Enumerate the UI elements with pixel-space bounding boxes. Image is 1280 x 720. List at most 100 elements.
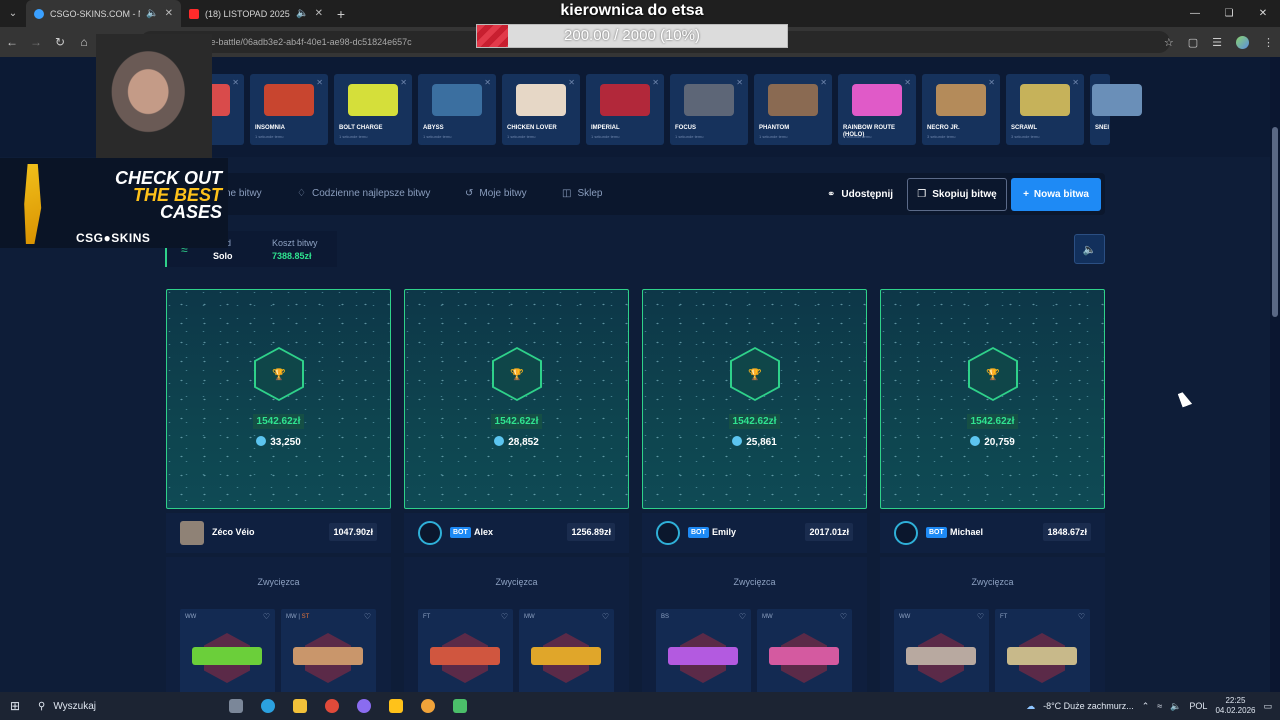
- app-icon-green[interactable]: [444, 692, 476, 720]
- item-card[interactable]: WW ♡: [180, 609, 275, 692]
- new-battle-button[interactable]: + Nowa bitwa: [1011, 178, 1101, 211]
- favorite-icon[interactable]: ♡: [501, 612, 508, 621]
- wifi-icon[interactable]: ≈: [1157, 701, 1162, 711]
- back-icon[interactable]: ←: [0, 35, 24, 49]
- page-scrollbar[interactable]: [1270, 57, 1280, 692]
- app-icon-orange[interactable]: [412, 692, 444, 720]
- share-button[interactable]: ⚭ Udostępnij: [827, 173, 893, 215]
- case-card[interactable]: SCRAWL 3 sekunde temu ✕: [1006, 74, 1084, 145]
- windows-start-icon[interactable]: ⊞: [0, 699, 30, 713]
- taskbar-search[interactable]: ⚲ Wyszukaj: [30, 692, 220, 720]
- extensions-icon[interactable]: ▢: [1188, 36, 1198, 49]
- nav-daily-best[interactable]: ♢ Codzienne najlepsze bitwy: [297, 173, 430, 215]
- player-name[interactable]: Emily: [712, 527, 736, 537]
- item-card[interactable]: MW ♡: [757, 609, 852, 692]
- remove-case-icon[interactable]: ✕: [736, 78, 743, 87]
- favorite-icon[interactable]: ♡: [1078, 612, 1085, 621]
- case-image: [852, 84, 902, 116]
- trophy-icon: 🏆: [970, 349, 1016, 399]
- remove-case-icon[interactable]: ✕: [820, 78, 827, 87]
- item-card[interactable]: BS ♡: [656, 609, 751, 692]
- case-card[interactable]: RAINBOW ROUTE (HOLO) 1 sekunde temu ✕: [838, 74, 916, 145]
- remove-case-icon[interactable]: ✕: [652, 78, 659, 87]
- item-card[interactable]: FT ♡: [418, 609, 513, 692]
- clock[interactable]: 22:25 04.02.2026: [1215, 696, 1255, 716]
- case-card[interactable]: IMPERIAL 1 sekunde temu ✕: [586, 74, 664, 145]
- app-icon-yellow[interactable]: [380, 692, 412, 720]
- player-name[interactable]: Alex: [474, 527, 493, 537]
- favorite-icon[interactable]: ♡: [840, 612, 847, 621]
- edge-icon[interactable]: [252, 692, 284, 720]
- audio-icon[interactable]: 🔈: [146, 8, 158, 19]
- restore-icon[interactable]: ❏: [1212, 0, 1246, 27]
- forward-icon[interactable]: →: [24, 35, 48, 49]
- player-name[interactable]: Michael: [950, 527, 983, 537]
- favicon-icon: [34, 8, 44, 19]
- sound-toggle-button[interactable]: 🔈: [1074, 234, 1105, 264]
- profile-avatar[interactable]: [1236, 35, 1249, 49]
- close-tab-icon[interactable]: ✕: [315, 8, 323, 19]
- task-view-icon[interactable]: [220, 692, 252, 720]
- bot-badge: BOT: [926, 527, 947, 538]
- media-control-icon[interactable]: ☰: [1212, 36, 1222, 49]
- weather-text[interactable]: -8°C Duże zachmurz...: [1043, 701, 1134, 711]
- new-tab-button[interactable]: +: [331, 6, 351, 22]
- favorite-icon[interactable]: ♡: [263, 612, 270, 621]
- player-name[interactable]: Zéco Véio: [212, 527, 255, 537]
- close-window-icon[interactable]: ✕: [1246, 0, 1280, 27]
- item-card[interactable]: FT ♡: [995, 609, 1090, 692]
- condition-text: WW: [899, 614, 911, 620]
- remove-case-icon[interactable]: ✕: [988, 78, 995, 87]
- audio-icon[interactable]: 🔈: [296, 8, 308, 19]
- case-card[interactable]: INSOMNIA 1 sekunde temu ✕: [250, 74, 328, 145]
- weapon-image: [668, 647, 738, 665]
- favorite-icon[interactable]: ♡: [739, 612, 746, 621]
- favorite-icon[interactable]: ♡: [364, 612, 371, 621]
- nav-shop[interactable]: ◫ Sklep: [562, 173, 602, 215]
- remove-case-icon[interactable]: ✕: [232, 78, 239, 87]
- nav-my-battles[interactable]: ↺ Moje bitwy: [465, 173, 527, 215]
- remove-case-icon[interactable]: ✕: [568, 78, 575, 87]
- promo-text: CHECK OUT THE BEST CASES: [100, 169, 222, 221]
- remove-case-icon[interactable]: ✕: [316, 78, 323, 87]
- scrollbar-thumb[interactable]: [1272, 127, 1278, 317]
- chrome-icon[interactable]: [316, 692, 348, 720]
- tab-csgo-skins[interactable]: CSGO-SKINS.COM - Najlep 🔈 ✕: [26, 0, 181, 27]
- file-explorer-icon[interactable]: [284, 692, 316, 720]
- volume-icon[interactable]: 🔈: [1170, 701, 1181, 712]
- case-card[interactable]: ABYSS 1 sekunde temu ✕: [418, 74, 496, 145]
- case-card[interactable]: SNEI: [1090, 74, 1142, 145]
- remove-case-icon[interactable]: ✕: [1072, 78, 1079, 87]
- case-card[interactable]: FOCUS 1 sekunde temu ✕: [670, 74, 748, 145]
- bot-badge: BOT: [688, 527, 709, 538]
- close-tab-icon[interactable]: ✕: [165, 8, 173, 19]
- nav-active-battles[interactable]: ne bitwy: [225, 173, 262, 215]
- notification-icon[interactable]: ▭: [1263, 701, 1272, 712]
- case-card[interactable]: CHICKEN LOVER 1 sekunde temu ✕: [502, 74, 580, 145]
- remove-case-icon[interactable]: ✕: [400, 78, 407, 87]
- avatar[interactable]: [180, 521, 204, 545]
- case-card[interactable]: NECRO JR. 3 sekunde temu ✕: [922, 74, 1000, 145]
- remove-case-icon[interactable]: ✕: [484, 78, 491, 87]
- copy-battle-button[interactable]: ❐ Skopiuj bitwę: [907, 178, 1007, 211]
- chevron-up-icon[interactable]: ⌃: [1142, 701, 1150, 712]
- language-indicator[interactable]: POL: [1189, 701, 1207, 711]
- home-icon[interactable]: ⌂: [72, 35, 96, 49]
- discord-icon[interactable]: [348, 692, 380, 720]
- minimize-icon[interactable]: —: [1178, 0, 1212, 27]
- weather-icon[interactable]: ☁: [1026, 701, 1035, 712]
- reload-icon[interactable]: ↻: [48, 35, 72, 49]
- item-card[interactable]: MW ♡: [519, 609, 614, 692]
- tab-list-icon[interactable]: ⌄: [0, 0, 26, 27]
- menu-icon[interactable]: ⋮: [1263, 36, 1274, 49]
- weapon-image: [906, 647, 976, 665]
- favorite-icon[interactable]: ♡: [977, 612, 984, 621]
- tab-youtube[interactable]: (18) LISTOPAD 2025 - NAJL 🔈 ✕: [181, 0, 331, 27]
- bookmark-star-icon[interactable]: ☆: [1164, 36, 1174, 49]
- case-card[interactable]: BOLT CHARGE 1 sekunde temu ✕: [334, 74, 412, 145]
- item-card[interactable]: MW | ST ♡: [281, 609, 376, 692]
- remove-case-icon[interactable]: ✕: [904, 78, 911, 87]
- favorite-icon[interactable]: ♡: [602, 612, 609, 621]
- case-card[interactable]: PHANTOM 1 sekunde temu ✕: [754, 74, 832, 145]
- item-card[interactable]: WW ♡: [894, 609, 989, 692]
